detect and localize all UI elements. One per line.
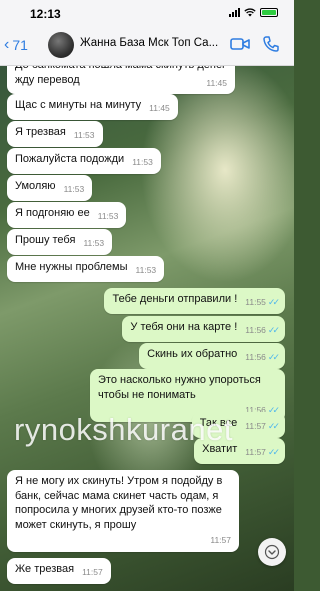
message-time: 11:57 [82,567,103,577]
message-bubble-incoming[interactable]: Прошу тебя 11:53 [7,229,113,255]
back-chevron-icon: ‹ [4,36,10,53]
watermark-text: rynokshkuranet [14,412,233,447]
message-time: 11:56 [245,352,266,362]
message-text: Это насколько нужно упороться чтобы не п… [98,374,261,401]
message-time: 11:53 [132,157,153,167]
message-time: 11:53 [83,238,105,248]
contact-name[interactable]: Жанна База Мск Топ Са... [80,37,220,49]
message-text: Тебе деньги отправили ! [112,293,238,305]
status-indicators [229,8,278,17]
message-time: 11:57 [245,447,266,457]
message-time: 11:56 [245,325,266,335]
status-time: 12:13 [30,7,61,21]
scroll-down-icon [264,544,280,560]
message-bubble-outgoing[interactable]: У тебя они на карте ! 11:56 ✓✓ [122,316,285,342]
message-meta: 11:57 ✓✓ [245,445,280,460]
message-meta: 11:55 ✓✓ [245,295,280,310]
read-check-icon: ✓✓ [267,352,280,362]
read-check-icon: ✓✓ [267,325,280,335]
chat-header: ‹ 71 Жанна База Мск Топ Са... [0,26,294,66]
message-text: Я не могу их скинуть! Утром я подойду в … [15,475,223,531]
message-list[interactable]: До банкомата пошла мама скинуть денег жд… [0,66,294,591]
message-bubble-outgoing[interactable]: Тебе деньги отправили ! 11:55 ✓✓ [104,288,285,314]
message-text: Я трезвая [15,126,66,138]
message-time: 11:45 [149,103,170,113]
message-bubble-incoming[interactable]: Же трезвая 11:57 [7,558,111,584]
message-bubble-incoming[interactable]: Пожалуйста подожди 11:53 [7,148,161,174]
message-bubble-incoming[interactable]: Мне нужны проблемы 11:53 [7,256,165,282]
message-text: Щас с минуты на минуту [15,99,142,111]
read-check-icon: ✓✓ [267,297,280,307]
read-check-icon: ✓✓ [267,447,280,457]
message-time: 11:53 [63,184,85,194]
message-time: 11:55 [245,297,266,307]
read-check-icon: ✓✓ [267,421,280,431]
video-call-icon[interactable] [230,37,250,51]
message-meta: 11:56 ✓✓ [245,323,280,338]
message-time: 11:57 [210,535,231,545]
message-time: 11:53 [135,265,157,275]
message-text: Прошу тебя [15,234,76,246]
message-bubble-incoming[interactable]: Умоляю 11:53 [7,175,93,201]
message-bubble-incoming[interactable]: Я не могу их скинуть! Утром я подойду в … [7,470,239,552]
message-meta: 11:57 ✓✓ [245,419,280,434]
back-button[interactable]: ‹ 71 [4,36,28,54]
wifi-icon [244,8,256,17]
message-text: У тебя они на карте ! [130,321,238,333]
message-bubble-incoming[interactable]: Я трезвая 11:53 [7,121,103,147]
message-time: 11:53 [73,130,95,140]
signal-icon [229,8,240,17]
message-text: Скинь их обратно [147,348,238,360]
message-time: 11:57 [245,421,266,431]
message-bubble-incoming[interactable]: Щас с минуты на минуту 11:45 [7,94,178,120]
status-bar: 12:13 [0,0,294,26]
message-text: Умоляю [15,180,56,192]
battery-icon [260,8,278,17]
message-meta: 11:56 ✓✓ [245,350,280,365]
message-bubble-incoming[interactable]: Я подгоняю ее 11:53 [7,202,127,228]
message-time: 11:53 [97,211,119,221]
scroll-down-button[interactable] [258,538,286,566]
message-text: До банкомата пошла мама скинуть денег жд… [15,66,226,86]
message-text: Пожалуйста подожди [15,153,125,165]
contact-avatar[interactable] [48,32,74,58]
message-text: Я подгоняю ее [15,207,90,219]
phone-call-icon[interactable] [262,35,280,53]
message-time: 11:45 [206,77,227,88]
message-bubble-incoming[interactable]: До банкомата пошла мама скинуть денег жд… [7,66,235,94]
message-text: Мне нужны проблемы [15,261,128,273]
back-count: 71 [12,37,28,53]
message-text: Же трезвая [15,563,75,575]
message-bubble-outgoing[interactable]: Скинь их обратно 11:56 ✓✓ [139,343,285,369]
